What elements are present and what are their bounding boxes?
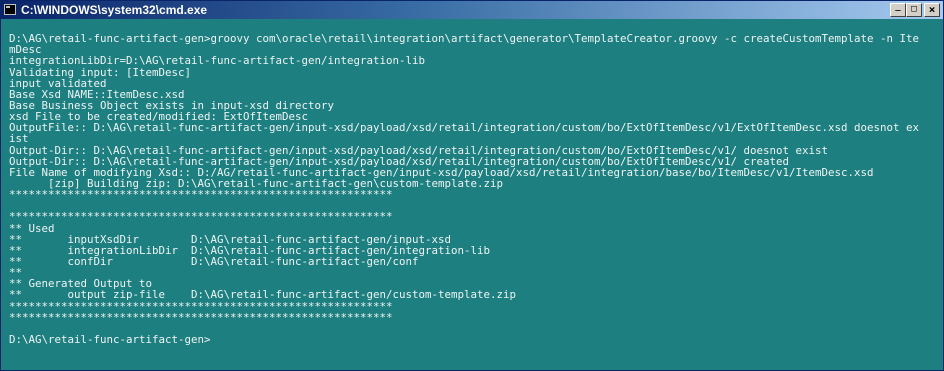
console-line: ****************************************…	[9, 300, 393, 312]
console-line: [zip] Building zip: D:\AG\retail-func-ar…	[9, 177, 504, 190]
window-controls	[890, 3, 940, 17]
console-line: D:\AG\retail-func-artifact-gen>groovy co…	[9, 33, 920, 45]
close-icon[interactable]	[924, 3, 940, 17]
console-line: ** inputXsdDir D:\AG\retail-func-artifac…	[9, 233, 452, 245]
console-line: integrationLibDir=D:\AG\retail-func-arti…	[9, 55, 426, 67]
console-line: ****************************************…	[9, 189, 393, 201]
console-line: ist	[9, 133, 29, 145]
maximize-icon[interactable]	[906, 3, 922, 17]
cmd-window: C:\WINDOWS\system32\cmd.exe D:\AG\retail…	[0, 0, 944, 371]
console-line: ** Used	[9, 222, 55, 234]
console-line: ** confDir D:\AG\retail-func-artifact-ge…	[9, 255, 419, 268]
console-line: mDesc	[9, 44, 42, 56]
console-line: **	[9, 267, 23, 279]
console-line: Base Business Object exists in input-xsd…	[9, 99, 335, 112]
console-line: Output-Dir:: D:\AG\retail-func-artifact-…	[9, 155, 790, 167]
console-line: xsd File to be created/modified: ExtOfIt…	[9, 111, 309, 123]
window-title: C:\WINDOWS\system32\cmd.exe	[21, 3, 208, 17]
console-line: ** output zip-file D:\AG\retail-func-art…	[9, 289, 517, 301]
console-line: ****************************************…	[9, 211, 393, 223]
console-output[interactable]: D:\AG\retail-func-artifact-gen>groovy co…	[9, 22, 939, 370]
console-line: Base Xsd NAME::ItemDesc.xsd	[9, 88, 185, 100]
console-line: ** integrationLibDir D:\AG\retail-func-a…	[9, 244, 491, 256]
console-line: D:\AG\retail-func-artifact-gen>	[9, 333, 211, 346]
console-line: input validated	[9, 77, 107, 89]
console-line: ****************************************…	[9, 311, 393, 323]
console-line: File Name of modifying Xsd:: D:/AG/retai…	[9, 166, 874, 178]
minimize-icon[interactable]	[890, 3, 906, 17]
cmd-icon[interactable]	[4, 4, 16, 15]
console-line: OutputFile:: D:\AG\retail-func-artifact-…	[9, 122, 920, 134]
console-line: Output-Dir:: D:\AG\retail-func-artifact-…	[9, 144, 829, 156]
console-line: Validating input: [ItemDesc]	[9, 66, 192, 78]
console-line: ** Generated Output to	[9, 278, 153, 290]
console-lines: D:\AG\retail-func-artifact-gen>groovy co…	[9, 22, 939, 345]
title-bar[interactable]: C:\WINDOWS\system32\cmd.exe	[1, 1, 943, 19]
